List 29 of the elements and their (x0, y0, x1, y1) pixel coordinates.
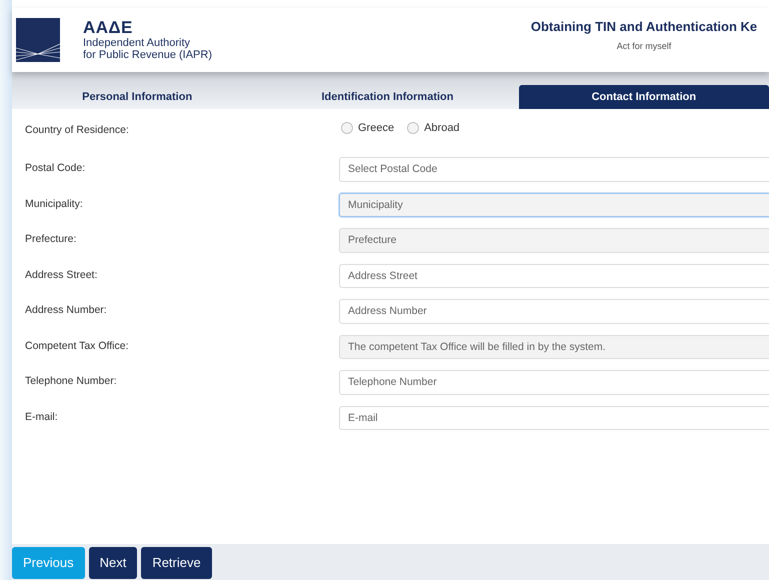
field-label: Address Street: (24, 268, 98, 283)
input-field[interactable]: E-mail (339, 406, 769, 430)
input-field[interactable]: Telephone Number (339, 370, 769, 394)
logo-subtitle: for Public Revenue (IAPR) (83, 49, 212, 61)
radio-option[interactable]: Greece (341, 120, 394, 136)
radio-button[interactable] (407, 122, 420, 134)
input-field[interactable]: Address Street (339, 264, 769, 288)
field-label: Prefecture: (24, 232, 78, 248)
page-title: Obtaining TIN and Authentication Ke (530, 18, 758, 36)
tab[interactable]: Contact Information (518, 85, 769, 109)
radio-button[interactable] (341, 122, 353, 134)
field-label: E-mail: (24, 410, 59, 425)
radio-option[interactable]: Abroad (407, 120, 460, 136)
field-label: Address Number: (24, 303, 108, 318)
logo-title: ΑΑΔΕ (83, 19, 134, 37)
tab[interactable]: Identification Information (262, 85, 513, 109)
input-field[interactable]: Select Postal Code (339, 157, 769, 182)
logo-icon (16, 18, 60, 62)
nav-button[interactable]: Retrieve (141, 547, 212, 579)
logo-subtitle: Independent Authority (83, 37, 192, 49)
field-label: Postal Code: (24, 161, 86, 176)
nav-button[interactable]: Next (88, 547, 138, 579)
field-label: Municipality: (24, 196, 84, 212)
field-label: Country of Residence: (24, 122, 130, 138)
field-label: Competent Tax Office: (24, 338, 130, 354)
page-subtitle: Act for myself (616, 40, 672, 53)
field-label: Telephone Number: (24, 374, 118, 390)
input-field[interactable]: Address Number (339, 299, 769, 324)
tab[interactable]: Personal Information (12, 85, 262, 109)
